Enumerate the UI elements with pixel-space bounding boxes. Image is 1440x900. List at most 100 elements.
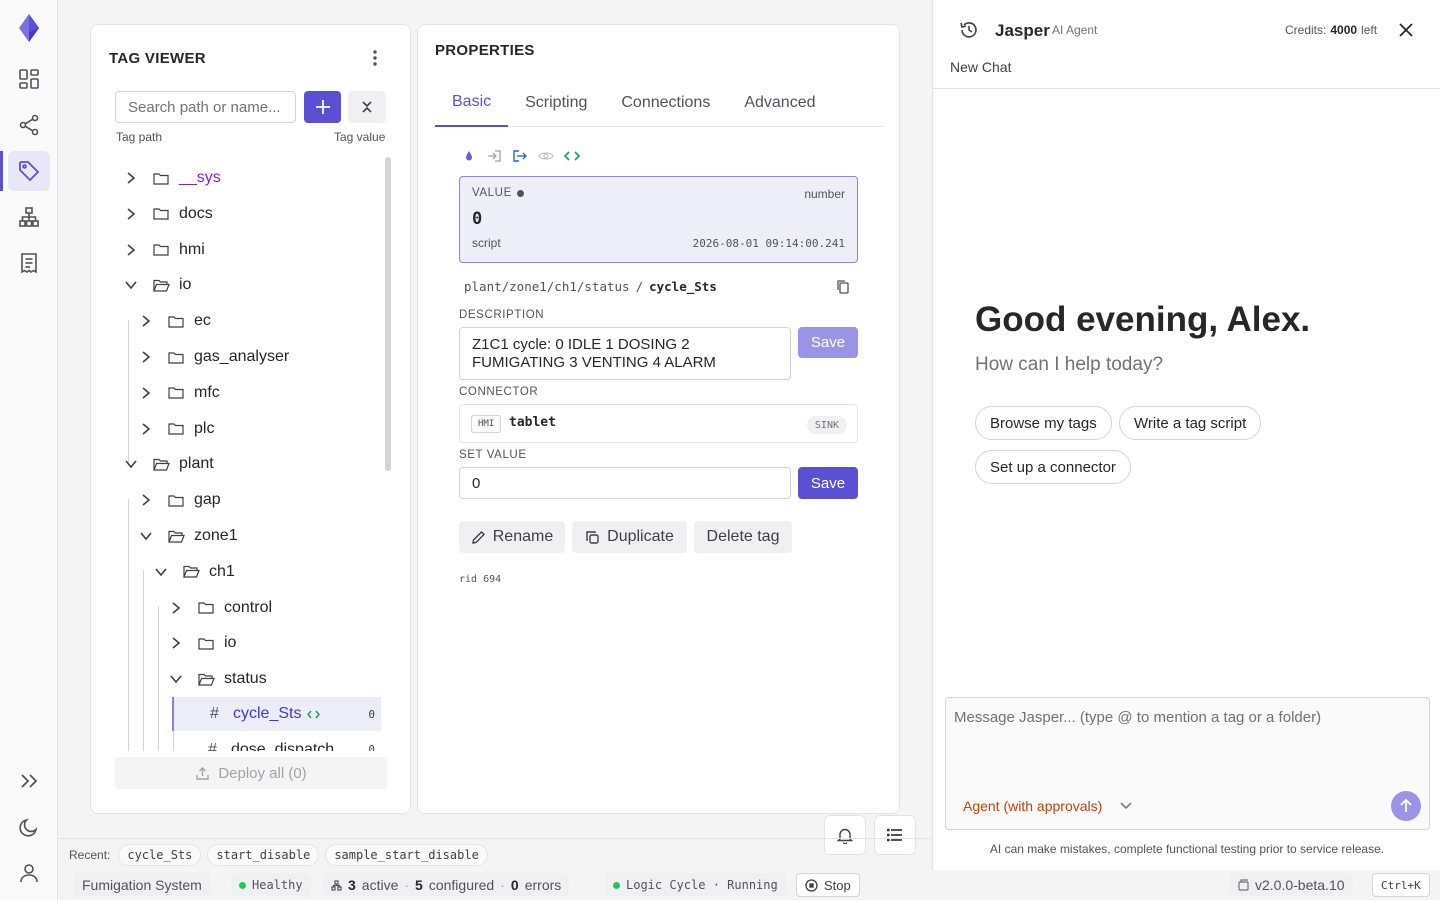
- stop-button[interactable]: Stop: [796, 873, 860, 897]
- recent-label: Recent:: [69, 847, 111, 862]
- duplicate-button[interactable]: Duplicate: [572, 521, 687, 553]
- tree-folder-row[interactable]: docs: [123, 196, 213, 232]
- credits: Credits: 4000 left: [1285, 23, 1377, 37]
- tree-item-label: gas_analyser: [194, 348, 290, 365]
- chevron-right-icon[interactable]: [138, 492, 154, 508]
- tree-folder-row[interactable]: plc: [138, 411, 214, 447]
- share-icon[interactable]: [8, 105, 50, 145]
- tag-path: plant/zone1/ch1/status / cycle_Sts: [464, 279, 717, 294]
- tree-folder-row[interactable]: control: [168, 590, 272, 626]
- more-vertical-icon[interactable]: [365, 48, 385, 68]
- new-chat-link[interactable]: New Chat: [950, 59, 1011, 75]
- history-icon[interactable]: [959, 20, 979, 45]
- chevron-right-icon[interactable]: [168, 600, 184, 616]
- description-field[interactable]: Z1C1 cycle: 0 IDLE 1 DOSING 2 FUMIGATING…: [459, 327, 791, 380]
- value-label: VALUE: [472, 187, 512, 199]
- suggestion-write-script[interactable]: Write a tag script: [1119, 406, 1262, 440]
- tree-folder-row[interactable]: __sys: [123, 160, 221, 196]
- tag-tree: __sysdocs hmi io ec gas_analysermfc plc plant g…: [91, 155, 391, 751]
- delete-tag-button[interactable]: Delete tag: [694, 521, 792, 553]
- tag-search-input[interactable]: Search path or name...: [115, 91, 296, 123]
- status-bar: Fumigation System Healthy 3 active · 5 c…: [58, 870, 1440, 900]
- tree-folder-row[interactable]: ch1: [153, 554, 235, 590]
- folder-icon: [168, 421, 186, 437]
- chevron-down-icon[interactable]: [123, 456, 139, 472]
- deploy-all-button[interactable]: Deploy all (0): [115, 757, 387, 789]
- tab-scripting[interactable]: Scripting: [508, 79, 604, 127]
- set-value-input[interactable]: 0: [459, 467, 791, 499]
- chevron-down-icon[interactable]: [168, 671, 184, 687]
- save-value-button[interactable]: Save: [798, 467, 858, 499]
- recent-chip[interactable]: start_disable: [207, 843, 320, 866]
- mode-label: Agent (with approvals): [963, 798, 1103, 814]
- tree-item-label: gap: [194, 491, 221, 509]
- message-input[interactable]: Message Jasper... (type @ to mention a t…: [954, 709, 1321, 726]
- tree-tag-row[interactable]: # cycle_Sts 0: [172, 697, 381, 731]
- tree-folder-row[interactable]: gas_analyser: [138, 339, 289, 375]
- tab-basic[interactable]: Basic: [435, 79, 509, 127]
- tree-folder-row[interactable]: plant: [123, 446, 214, 482]
- tab-connections[interactable]: Connections: [604, 79, 727, 127]
- connector-card[interactable]: HMI tablet SINK: [459, 404, 858, 443]
- chevron-right-icon[interactable]: [168, 635, 184, 651]
- tree-folder-row[interactable]: status: [168, 661, 267, 697]
- tree-item-label: mfc: [194, 383, 220, 401]
- chevron-right-icon[interactable]: [123, 206, 139, 222]
- recent-chip[interactable]: sample_start_disable: [325, 843, 488, 866]
- tree-folder-row[interactable]: ec: [138, 303, 211, 339]
- description-label: DESCRIPTION: [459, 309, 545, 321]
- recent-bar: Recent: cycle_Sts start_disable sample_s…: [58, 838, 932, 870]
- mode-select[interactable]: Agent (with approvals): [963, 798, 1132, 814]
- send-button[interactable]: [1391, 791, 1421, 821]
- tree-scrollbar[interactable]: [385, 157, 391, 471]
- folder-open-icon: [153, 456, 171, 472]
- chevron-down-icon[interactable]: [153, 564, 169, 580]
- hierarchy-icon[interactable]: [8, 197, 50, 237]
- tree-folder-row[interactable]: zone1: [138, 518, 238, 554]
- add-tag-button[interactable]: [304, 91, 341, 123]
- copy-icon[interactable]: [836, 279, 850, 299]
- suggestion-browse-tags[interactable]: Browse my tags: [975, 406, 1112, 440]
- chevron-right-icon[interactable]: [138, 313, 154, 329]
- chevron-down-icon[interactable]: [138, 528, 154, 544]
- folder-open-icon: [168, 528, 186, 544]
- tree-item-label: plant: [179, 455, 214, 473]
- tree-item-label: cycle_Sts: [233, 705, 302, 722]
- folder-icon: [198, 635, 216, 651]
- user-icon[interactable]: [8, 853, 50, 893]
- logo-icon[interactable]: [8, 8, 50, 48]
- save-description-button[interactable]: Save: [798, 327, 858, 358]
- chevron-right-icon[interactable]: [123, 242, 139, 258]
- close-icon[interactable]: [1398, 22, 1414, 43]
- chevron-down-icon[interactable]: [123, 277, 139, 293]
- dashboard-icon[interactable]: [8, 59, 50, 99]
- tree-item-value: 0: [368, 743, 375, 751]
- collapse-all-button[interactable]: [348, 91, 386, 123]
- tree-item-label: io: [179, 276, 192, 294]
- eye-icon: [538, 152, 554, 160]
- tree-folder-row[interactable]: io: [168, 625, 236, 661]
- recent-chip[interactable]: cycle_Sts: [118, 843, 202, 866]
- tree-folder-row[interactable]: hmi: [123, 232, 205, 268]
- chevron-right-icon[interactable]: [123, 170, 139, 186]
- tree-tag-row[interactable]: # dose_dispatch... 0: [172, 733, 381, 751]
- chevron-right-icon[interactable]: [138, 385, 154, 401]
- connector-mode-badge: SINK: [806, 416, 847, 434]
- properties-panel: PROPERTIES Basic Scripting Connections A…: [417, 24, 900, 814]
- tree-item-label: ch1: [209, 562, 235, 580]
- chevron-right-icon[interactable]: [138, 421, 154, 437]
- tree-item-label: __sys: [179, 169, 221, 186]
- suggestion-setup-connector[interactable]: Set up a connector: [975, 450, 1131, 484]
- chevron-right-icon[interactable]: [138, 349, 154, 365]
- receipt-icon[interactable]: [8, 243, 50, 283]
- moon-icon[interactable]: [8, 807, 50, 847]
- tree-folder-row[interactable]: gap: [138, 482, 221, 518]
- command-shortcut[interactable]: Ctrl+K: [1372, 873, 1430, 897]
- expand-icon[interactable]: [8, 761, 50, 801]
- rename-button[interactable]: Rename: [459, 521, 565, 553]
- tree-folder-row[interactable]: mfc: [138, 375, 220, 411]
- hash-icon: #: [210, 705, 219, 722]
- tag-icon[interactable]: [0, 151, 50, 191]
- tree-folder-row[interactable]: io: [123, 267, 191, 303]
- tab-advanced[interactable]: Advanced: [727, 79, 832, 127]
